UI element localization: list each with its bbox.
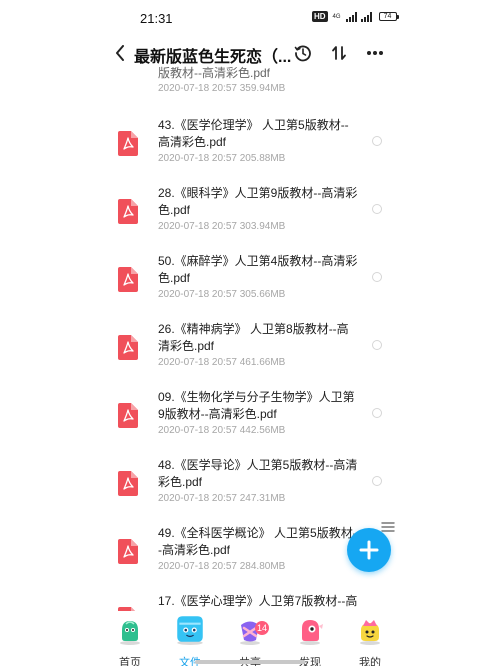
sort-icon <box>332 46 346 60</box>
home-icon <box>120 621 140 645</box>
history-icon <box>294 45 311 62</box>
home-indicator <box>195 660 305 664</box>
sort-button[interactable] <box>328 42 350 64</box>
nav-item-share[interactable]: 14 共享 <box>228 611 272 666</box>
bottom-nav: 首页 文件 14 共享 发现 <box>0 611 500 666</box>
pdf-file-icon <box>118 267 138 292</box>
menu-lines-icon <box>381 522 395 532</box>
more-icon <box>367 51 383 55</box>
status-bar: 21:31 HD 4G 74 <box>0 0 500 34</box>
select-checkbox[interactable] <box>372 136 382 146</box>
nav-item-files[interactable]: 文件 <box>168 611 212 666</box>
share-badge: 14 <box>255 621 270 635</box>
battery-icon: 74 <box>378 12 399 21</box>
file-meta: 2020-07-18 20:57 461.66MB <box>158 357 286 368</box>
select-checkbox[interactable] <box>372 272 382 282</box>
pdf-file-icon <box>118 199 138 224</box>
file-name: 43.《医学伦理学》 人卫第5版教材--高清彩色.pdf <box>158 118 349 149</box>
file-name: 09.《生物化学与分子生物学》人卫第9版教材--高清彩色.pdf <box>158 390 355 421</box>
file-meta: 2020-07-18 20:57 305.66MB <box>158 289 286 300</box>
nav-item-home[interactable]: 首页 <box>108 611 152 666</box>
signal-icon <box>345 11 357 22</box>
nav-item-profile[interactable]: 我的 <box>348 611 392 666</box>
files-icon <box>177 616 203 645</box>
pdf-file-icon <box>118 471 138 496</box>
list-item[interactable]: 09.《生物化学与分子生物学》人卫第9版教材--高清彩色.pdf 2020-07… <box>112 389 392 457</box>
select-checkbox[interactable] <box>372 340 382 350</box>
discover-icon <box>300 620 323 645</box>
list-item[interactable]: 43.《医学伦理学》 人卫第5版教材--高清彩色.pdf 2020-07-18 … <box>112 117 392 185</box>
chevron-left-icon <box>116 45 124 61</box>
file-meta: 2020-07-18 20:57 303.94MB <box>158 221 286 232</box>
plus-icon <box>359 540 379 560</box>
list-item[interactable]: 50.《麻醉学》人卫第4版教材--高清彩色.pdf 2020-07-18 20:… <box>112 253 392 321</box>
select-checkbox[interactable] <box>372 476 382 486</box>
list-item[interactable]: 26.《精神病学》 人卫第8版教材--高清彩色.pdf 2020-07-18 2… <box>112 321 392 389</box>
pdf-file-icon <box>118 335 138 360</box>
file-meta: 2020-07-18 20:57 247.31MB <box>158 493 286 504</box>
list-item-partial[interactable]: 17.《医学心理学》人卫第7版教材--高清彩色.pdf <box>112 593 392 611</box>
network-type-label: 4G <box>332 13 341 20</box>
file-name: 26.《精神病学》 人卫第8版教材--高清彩色.pdf <box>158 322 349 353</box>
list-item[interactable]: 48.《医学导论》人卫第5版教材--高清彩色.pdf 2020-07-18 20… <box>112 457 392 525</box>
list-item[interactable]: 28.《眼科学》人卫第9版教材--高清彩色.pdf 2020-07-18 20:… <box>112 185 392 253</box>
file-meta: 2020-07-18 20:57 442.56MB <box>158 425 286 436</box>
profile-icon <box>360 620 380 645</box>
pdf-file-icon <box>118 539 138 564</box>
more-button[interactable] <box>364 42 386 64</box>
pdf-file-icon <box>118 403 138 428</box>
file-name: 50.《麻醉学》人卫第4版教材--高清彩色.pdf <box>158 254 358 285</box>
status-time: 21:31 <box>140 11 173 26</box>
file-name: 版教材--高清彩色.pdf <box>158 66 271 80</box>
file-meta: 2020-07-18 20:57 284.80MB <box>158 561 286 572</box>
select-checkbox[interactable] <box>372 408 382 418</box>
nav-label-profile: 我的 <box>359 657 381 666</box>
file-name: 17.《医学心理学》人卫第7版教材--高清彩色.pdf <box>158 594 358 608</box>
file-meta: 2020-07-18 20:57 205.88MB <box>158 153 286 164</box>
file-list[interactable]: 版教材--高清彩色.pdf 2020-07-18 20:57 359.94MB … <box>0 62 500 611</box>
nav-label-home: 首页 <box>119 657 141 666</box>
file-name: 28.《眼科学》人卫第9版教材--高清彩色.pdf <box>158 186 358 217</box>
file-meta: 2020-07-18 20:57 359.94MB <box>158 83 286 94</box>
nav-item-discover[interactable]: 发现 <box>288 611 332 666</box>
history-button[interactable] <box>292 42 314 64</box>
select-checkbox[interactable] <box>372 204 382 214</box>
hd-badge: HD <box>312 11 328 22</box>
back-button[interactable] <box>110 42 130 64</box>
file-name: 48.《医学导论》人卫第5版教材--高清彩色.pdf <box>158 458 358 489</box>
list-item-partial[interactable]: 版教材--高清彩色.pdf 2020-07-18 20:57 359.94MB <box>158 62 388 98</box>
pdf-file-icon <box>118 131 138 156</box>
file-name: 49.《全科医学概论》 人卫第5版教材--高清彩色.pdf <box>158 526 357 557</box>
add-button[interactable] <box>347 528 391 572</box>
signal-icon-2 <box>360 11 372 22</box>
status-icons: HD 4G 74 <box>312 11 399 22</box>
